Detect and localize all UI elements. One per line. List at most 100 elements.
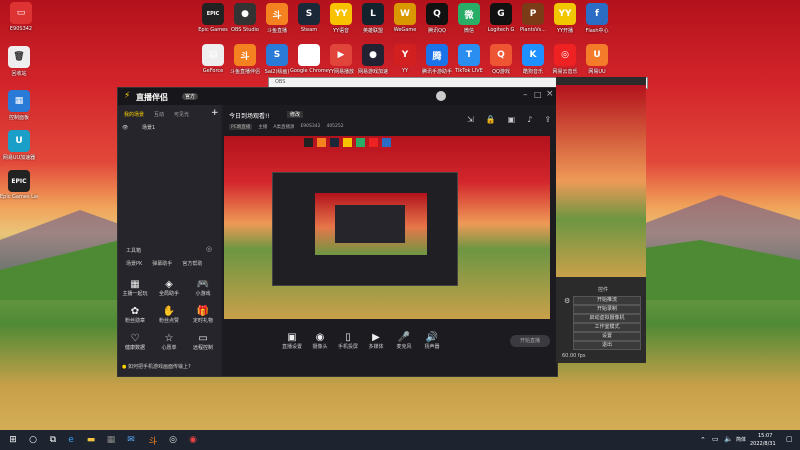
control-label: 扬声器 <box>424 344 440 350</box>
toolbox-item[interactable]: 🎮 小游戏 <box>188 279 218 297</box>
tool-icon: 🎮 <box>196 279 210 290</box>
control-button[interactable]: ▶ 多媒体 <box>364 332 388 350</box>
close-icon[interactable]: × <box>546 89 554 99</box>
toolbox-item[interactable]: ▦ 主播一起玩 <box>120 279 150 297</box>
stream-title[interactable]: 今日到场观看!! <box>229 111 270 120</box>
task-view-icon[interactable]: ⧉ <box>46 433 60 447</box>
toolbox-item[interactable]: ▭ 远程控制 <box>188 333 218 351</box>
app-icon: ◎ <box>554 44 576 66</box>
status-bar <box>288 364 548 372</box>
desktop-icon-control-panel[interactable]: ▦ 控制面板 <box>0 90 38 121</box>
control-button[interactable]: ▣ 直播设置 <box>280 332 304 350</box>
tray-arrow-icon[interactable]: ⌃ <box>700 436 706 444</box>
toolbox-tab-pk[interactable]: 场景PK <box>126 260 142 267</box>
window-icon[interactable]: ▣ <box>508 115 516 124</box>
network-icon[interactable]: ▭ <box>712 435 719 443</box>
avatar[interactable] <box>436 91 446 101</box>
toolbox-item[interactable]: ☆ 心愿单 <box>154 333 184 351</box>
app-icon: P <box>522 3 544 25</box>
obs-panel-button[interactable]: 开始录制 <box>573 305 641 314</box>
add-scene-icon[interactable]: + <box>211 108 219 118</box>
tool-label: 心愿单 <box>161 345 177 351</box>
edit-title-button[interactable]: 修改 <box>287 111 304 118</box>
desktop-icon-recycle-bin[interactable]: 🗑 回收站 <box>0 46 38 77</box>
stream-preview[interactable] <box>224 136 550 319</box>
toolbox-tab-help[interactable]: 官方帮助 <box>182 260 202 267</box>
obs-task-icon[interactable]: ◎ <box>166 433 180 447</box>
settings-icon[interactable]: ◎ <box>206 245 212 253</box>
control-button[interactable]: ◉ 摄像头 <box>308 332 332 350</box>
scene-item[interactable]: 👁 场景1 <box>122 124 217 133</box>
tool-label: 粉丝点赞 <box>158 318 179 324</box>
desktop-icon[interactable]: f Flash中心 <box>578 3 616 34</box>
share-icon[interactable]: ⇪ <box>544 115 551 124</box>
desktop-icon-uu[interactable]: U 网易UU加速器 <box>0 130 38 161</box>
control-button[interactable]: 🎤 麦克风 <box>392 332 416 350</box>
recycle-bin-icon: 🗑 <box>8 46 30 68</box>
obs-panel-button[interactable]: 退出 <box>573 341 641 350</box>
toolbox-item[interactable]: ✿ 粉丝勋章 <box>120 306 150 324</box>
obs-control-panel: 控件 ⚙ 开始推流 开始录制 启动虚拟摄像机 工作室模式 设置 退出 60.00 fps <box>556 77 646 363</box>
lock-icon[interactable]: 🔒 <box>486 115 496 124</box>
mini-icon <box>343 138 352 147</box>
toolbox-item[interactable]: ◈ 全局助手 <box>154 279 184 297</box>
title-bar: ⚡ 直播伴侣 官方 – □ × <box>118 88 557 105</box>
settings-gear-icon[interactable]: ⚙ <box>564 297 570 305</box>
tab-scenes[interactable]: 我的场景 <box>124 111 144 118</box>
computer-icon: ▭ <box>10 2 32 24</box>
mail-icon[interactable]: ✉ <box>124 433 138 447</box>
start-icon[interactable]: ⊞ <box>6 433 20 447</box>
eye-icon[interactable]: 👁 <box>122 125 128 131</box>
toolbox-item[interactable]: ♡ 健康数据 <box>120 333 150 351</box>
control-icon: 🔊 <box>425 332 439 343</box>
app-icon: ● <box>362 44 384 66</box>
edge-icon[interactable]: e <box>64 433 78 447</box>
douyu-task-icon[interactable]: 斗 <box>146 433 160 447</box>
obs-panel-button[interactable]: 工作室模式 <box>573 323 641 332</box>
maximize-icon[interactable]: □ <box>534 90 542 99</box>
app-icon: 斗 <box>266 3 288 25</box>
toolbox-label: 工具箱 <box>126 248 142 254</box>
bell-icon[interactable]: ♪ <box>527 115 532 124</box>
mini-icon <box>356 138 365 147</box>
clock-date[interactable]: 2022/8/31 <box>750 441 776 447</box>
notification-icon[interactable]: ▢ <box>786 435 793 443</box>
obs-panel-button[interactable]: 开始推流 <box>573 296 641 305</box>
start-live-button[interactable]: 开始直播 <box>510 335 550 347</box>
nested-capture-window <box>272 172 458 286</box>
tab-visible[interactable]: 可见光 <box>174 111 189 118</box>
file-explorer-icon[interactable]: ▬ <box>84 433 98 447</box>
toolbox-tab-danmu[interactable]: 弹幕助手 <box>152 260 172 267</box>
store-icon[interactable]: ▦ <box>104 433 118 447</box>
desktop-icon-label: Flash中心 <box>585 28 609 34</box>
control-panel-icon: ▦ <box>8 90 30 112</box>
desktop-icon[interactable]: U 网易UU <box>578 44 616 75</box>
search-icon[interactable]: ○ <box>26 433 40 447</box>
notice-bar[interactable]: ● 如何把手机游戏画面传输上? <box>122 363 220 372</box>
tab-interact[interactable]: 互动 <box>154 111 164 118</box>
tool-label: 粉丝勋章 <box>124 318 145 324</box>
minimize-icon[interactable]: – <box>523 90 528 100</box>
obs-panel-button[interactable]: 启动虚拟摄像机 <box>573 314 641 323</box>
control-button[interactable]: ▯ 手机投屏 <box>336 332 360 350</box>
volume-icon[interactable]: 🔈 <box>724 435 733 443</box>
stage-top-icons: ⇲ 🔒 ▣ ♪ ⇪ <box>467 115 551 124</box>
desktop-icon-pc[interactable]: ▭ E90S342 <box>2 2 40 32</box>
clock-time[interactable]: 15:07 <box>758 433 772 439</box>
app-icon: 斗 <box>234 44 256 66</box>
mini-icon <box>304 138 313 147</box>
obs-panel-button[interactable]: 设置 <box>573 332 641 341</box>
control-button[interactable]: 🔊 扬声器 <box>420 332 444 350</box>
app-icon: U <box>586 44 608 66</box>
chrome-task-icon[interactable]: ◉ <box>186 433 200 447</box>
app-icon: f <box>586 3 608 25</box>
desktop-icon-epic[interactable]: EPIC Epic Games Launcher <box>0 170 38 200</box>
meta-platform: PC端直播 <box>229 124 253 130</box>
control-icon: ▶ <box>372 332 380 343</box>
ime-indicator[interactable]: 简体 <box>736 436 746 443</box>
scene-label: 场景1 <box>141 125 156 131</box>
layout-icon[interactable]: ⇲ <box>467 115 474 124</box>
app-icon: 腾 <box>426 44 448 66</box>
toolbox-item[interactable]: 🎁 定时礼物 <box>188 306 218 324</box>
toolbox-item[interactable]: ✋ 粉丝点赞 <box>154 306 184 324</box>
